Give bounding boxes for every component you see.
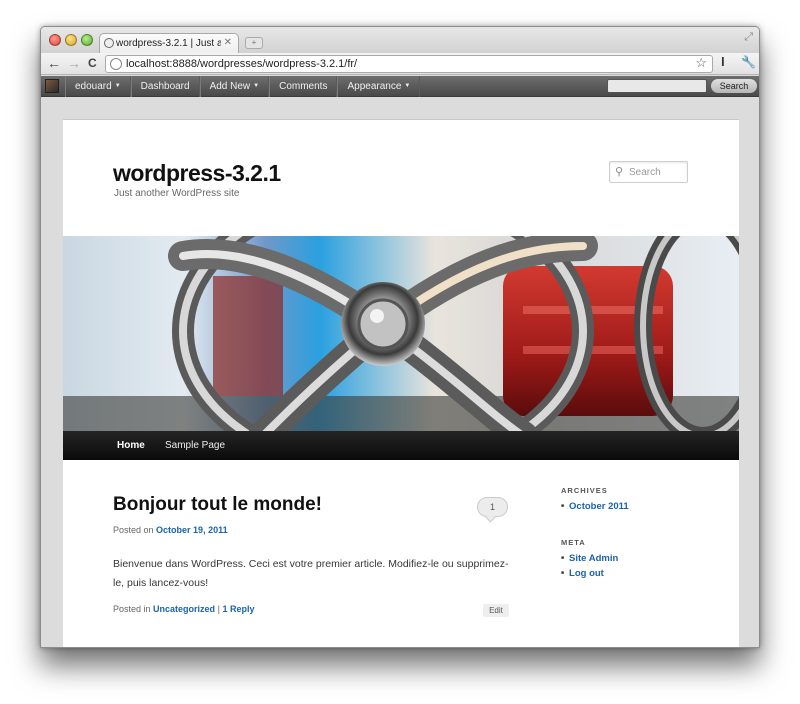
- posted-in-label: Posted in: [113, 604, 151, 614]
- address-bar[interactable]: localhost:8888/wordpresses/wordpress-3.2…: [105, 55, 713, 73]
- admin-item-add-new[interactable]: Add New ▼: [199, 76, 270, 97]
- search-icon: ⚲: [615, 166, 624, 178]
- browser-window: wordpress-3.2.1 | Just anoth ✕ + ⤢ ← → C…: [40, 26, 760, 648]
- site-title[interactable]: wordpress-3.2.1: [113, 160, 281, 187]
- header-image: [63, 236, 739, 431]
- bookmark-star-icon[interactable]: ☆: [695, 55, 707, 71]
- archives-widget-title: ARCHIVES: [561, 486, 608, 495]
- admin-item-appearance[interactable]: Appearance ▼: [337, 76, 421, 97]
- admin-item-dashboard[interactable]: Dashboard: [130, 76, 200, 97]
- admin-menu: edouard ▼ Dashboard Add New ▼ Comments App…: [65, 76, 421, 97]
- caret-down-icon: ▼: [404, 83, 411, 89]
- post-title[interactable]: Bonjour tout le monde!: [113, 494, 322, 516]
- reader-icon[interactable]: 𝐈: [721, 55, 725, 70]
- tab-close-icon[interactable]: ✕: [224, 37, 232, 48]
- site-search-input[interactable]: ⚲ Search: [609, 161, 688, 183]
- back-button[interactable]: ←: [47, 54, 61, 72]
- meta-item-log-out[interactable]: Log out: [561, 566, 618, 581]
- post-content: Bienvenue dans WordPress. Ceci est votre…: [113, 558, 509, 589]
- search-placeholder: Search: [629, 167, 661, 178]
- wp-admin-bar: edouard ▼ Dashboard Add New ▼ Comments App…: [41, 76, 759, 97]
- close-window-button[interactable]: [49, 34, 61, 46]
- forward-button[interactable]: →: [67, 54, 81, 72]
- new-tab-button[interactable]: +: [245, 37, 263, 49]
- page-viewport: wordpress-3.2.1 Just another WordPress s…: [41, 98, 759, 647]
- reply-link[interactable]: 1 Reply: [222, 604, 254, 614]
- main-nav: Home Sample Page: [63, 431, 739, 460]
- minimize-window-button[interactable]: [65, 34, 77, 46]
- browser-toolbar: ← → C localhost:8888/wordpresses/wordpre…: [41, 53, 759, 75]
- url-text: localhost:8888/wordpresses/wordpress-3.2…: [126, 58, 358, 70]
- meta-item-site-admin[interactable]: Site Admin: [561, 551, 618, 566]
- admin-item-comments[interactable]: Comments: [269, 76, 338, 97]
- caret-down-icon: ▼: [253, 83, 260, 89]
- globe-icon: [110, 58, 122, 70]
- caret-down-icon: ▼: [114, 83, 121, 89]
- comment-count-badge[interactable]: 1: [477, 497, 508, 517]
- admin-search-input[interactable]: [607, 79, 707, 93]
- favicon-icon: [104, 38, 114, 48]
- avatar[interactable]: [45, 79, 59, 93]
- zoom-window-button[interactable]: [81, 34, 93, 46]
- edit-post-button[interactable]: Edit: [483, 604, 509, 617]
- posted-on-label: Posted on: [113, 525, 154, 535]
- meta-widget-title: META: [561, 538, 586, 547]
- category-link[interactable]: Uncategorized: [153, 604, 215, 614]
- nav-item-home[interactable]: Home: [117, 431, 145, 460]
- reload-button[interactable]: C: [88, 54, 97, 72]
- fullscreen-icon[interactable]: ⤢: [744, 31, 753, 44]
- tab-title: wordpress-3.2.1 | Just anoth: [116, 38, 221, 49]
- admin-item-edouard[interactable]: edouard ▼: [65, 76, 131, 97]
- page: wordpress-3.2.1 Just another WordPress s…: [63, 119, 739, 647]
- wrench-icon[interactable]: 🔧: [741, 55, 756, 69]
- post-date-link[interactable]: October 19, 2011: [156, 525, 228, 535]
- admin-search-button[interactable]: Search: [711, 79, 757, 93]
- nav-item-sample-page[interactable]: Sample Page: [165, 431, 225, 460]
- meta-list: Site Admin Log out: [561, 551, 618, 581]
- post-meta: Posted on October 19, 2011: [113, 525, 228, 535]
- browser-tab[interactable]: wordpress-3.2.1 | Just anoth ✕: [99, 33, 239, 53]
- meta-separator: |: [217, 604, 220, 614]
- archives-list: October 2011: [561, 499, 629, 514]
- title-bar: wordpress-3.2.1 | Just anoth ✕ + ⤢: [41, 27, 759, 53]
- archive-item[interactable]: October 2011: [561, 499, 629, 514]
- header-image-art: [63, 236, 739, 431]
- post-footer: Posted in Uncategorized | 1 Reply: [113, 604, 254, 614]
- site-description: Just another WordPress site: [114, 188, 240, 199]
